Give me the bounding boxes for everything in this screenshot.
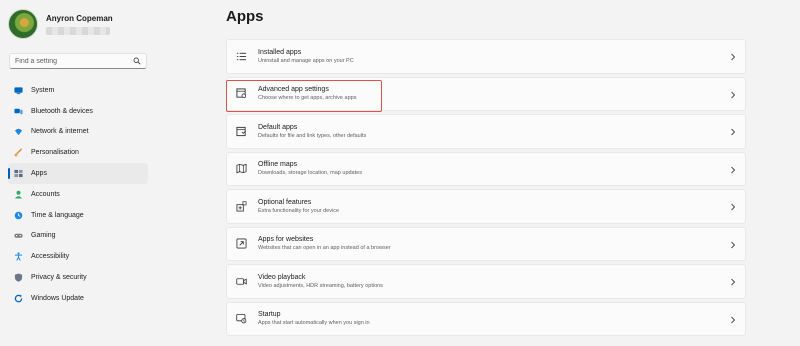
advanced-settings-icon (236, 88, 247, 99)
sidebar-item-label: Gaming (31, 232, 56, 240)
bluetooth-icon (14, 107, 23, 116)
sidebar-item-label: System (31, 86, 55, 94)
shield-icon (14, 273, 23, 282)
sidebar-item-network[interactable]: Network & internet (8, 122, 148, 143)
sidebar-item-label: Accounts (31, 190, 60, 198)
card-text: Installed apps Uninstall and manage apps… (258, 49, 354, 64)
setting-offline-maps[interactable]: Offline maps Downloads, storage location… (226, 151, 746, 186)
card-title: Startup (258, 311, 281, 319)
chevron-right-icon (731, 316, 736, 323)
brush-icon (14, 148, 23, 157)
profile-email-redacted (46, 26, 110, 35)
sidebar-item-bluetooth[interactable]: Bluetooth & devices (8, 101, 148, 122)
optional-features-icon (236, 201, 247, 212)
profile-name: Anyron Copeman (46, 13, 113, 23)
chevron-right-icon (731, 53, 736, 61)
update-icon (14, 294, 23, 303)
sidebar-item-time-language[interactable]: Time & language (8, 205, 148, 226)
sidebar-item-accounts[interactable]: Accounts (8, 184, 148, 205)
setting-default-apps[interactable]: Default apps Defaults for file and link … (226, 114, 746, 149)
sidebar-item-label: Bluetooth & devices (31, 107, 93, 115)
chevron-right-icon (731, 203, 736, 211)
startup-icon (236, 313, 247, 324)
sidebar-item-windows-update[interactable]: Windows Update (8, 288, 148, 309)
sidebar-item-accessibility[interactable]: Accessibility (8, 246, 148, 267)
profile-text: Anyron Copeman (46, 14, 113, 35)
search-icon[interactable] (133, 57, 141, 65)
card-text: Optional features Extra functionality fo… (258, 199, 339, 214)
sidebar-item-label: Network & internet (31, 128, 89, 136)
video-icon (236, 276, 247, 287)
default-apps-icon (236, 126, 247, 137)
card-title: Optional features (258, 198, 312, 206)
chevron-right-icon (731, 241, 736, 248)
setting-advanced-app-settings[interactable]: Advanced app settings Choose where to ge… (226, 76, 746, 111)
setting-installed-apps[interactable]: Installed apps Uninstall and manage apps… (226, 39, 746, 74)
sidebar-item-label: Windows Update (31, 294, 84, 302)
list-icon (236, 51, 247, 62)
globe-clock-icon (14, 211, 23, 220)
card-subtitle: Extra functionality for your device (258, 207, 340, 214)
card-title: Advanced app settings (258, 86, 329, 94)
sidebar-item-privacy[interactable]: Privacy & security (8, 267, 148, 288)
sidebar-item-personalisation[interactable]: Personalisation (8, 142, 148, 163)
card-text: Startup Apps that start automatically wh… (258, 311, 370, 326)
sidebar-item-apps[interactable]: Apps (8, 163, 148, 184)
sidebar-item-gaming[interactable]: Gaming (8, 226, 148, 247)
card-subtitle: Apps that start automatically when you s… (258, 320, 370, 327)
page-title: Apps (226, 8, 264, 25)
map-icon (236, 163, 247, 174)
sidebar-item-label: Apps (31, 170, 47, 178)
sidebar-item-label: Accessibility (31, 253, 70, 261)
avatar[interactable] (8, 9, 38, 39)
chevron-right-icon (731, 91, 736, 98)
card-subtitle: Downloads, storage location, map updates (258, 170, 362, 177)
card-title: Video playback (258, 273, 306, 281)
card-title: Apps for websites (258, 236, 314, 244)
accessibility-icon (14, 252, 23, 262)
chevron-right-icon (731, 128, 736, 136)
card-text: Advanced app settings Choose where to ge… (258, 86, 356, 101)
chevron-right-icon (731, 166, 736, 173)
monitor-icon (14, 86, 23, 95)
setting-video-playback[interactable]: Video playback Video adjustments, HDR st… (226, 264, 746, 299)
card-title: Installed apps (258, 48, 302, 56)
setting-apps-for-websites[interactable]: Apps for websites Websites that can open… (226, 226, 746, 261)
card-title: Offline maps (258, 161, 298, 169)
sidebar-item-label: Time & language (31, 211, 84, 219)
person-icon (14, 190, 23, 199)
chevron-right-icon (731, 278, 736, 286)
card-text: Default apps Defaults for file and link … (258, 124, 366, 139)
search-box[interactable] (9, 53, 147, 69)
card-subtitle: Uninstall and manage apps on your PC (258, 57, 354, 64)
settings-list: Installed apps Uninstall and manage apps… (226, 39, 746, 339)
open-link-icon (236, 238, 247, 249)
card-title: Default apps (258, 123, 298, 131)
user-profile[interactable]: Anyron Copeman (8, 7, 113, 41)
search-input[interactable] (15, 57, 133, 65)
nav-list: System Bluetooth & devices Network & int… (8, 80, 148, 309)
setting-startup[interactable]: Startup Apps that start automatically wh… (226, 301, 746, 336)
sidebar-item-label: Privacy & security (31, 274, 87, 282)
sidebar-item-system[interactable]: System (8, 80, 148, 101)
card-text: Video playback Video adjustments, HDR st… (258, 274, 383, 289)
card-subtitle: Video adjustments, HDR streaming, batter… (258, 282, 383, 289)
apps-icon (14, 169, 23, 178)
card-text: Offline maps Downloads, storage location… (258, 161, 362, 176)
card-subtitle: Defaults for file and link types, other … (258, 132, 367, 139)
sidebar: Anyron Copeman System Bluetooth & device… (0, 0, 152, 346)
card-text: Apps for websites Websites that can open… (258, 236, 391, 251)
gamepad-icon (14, 231, 23, 240)
wifi-icon (14, 127, 23, 136)
card-subtitle: Choose where to get apps, archive apps (258, 95, 357, 102)
card-subtitle: Websites that can open in an app instead… (258, 245, 391, 252)
sidebar-item-label: Personalisation (31, 149, 79, 157)
setting-optional-features[interactable]: Optional features Extra functionality fo… (226, 189, 746, 224)
